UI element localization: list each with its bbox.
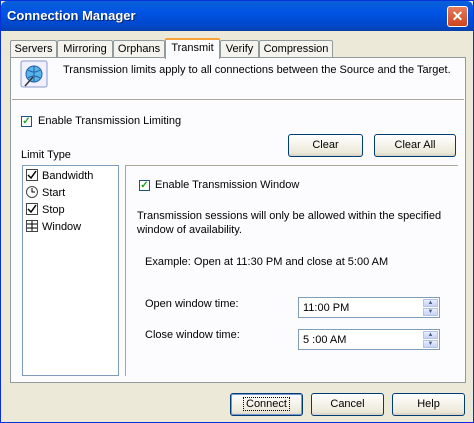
window-title: Connection Manager — [7, 8, 136, 23]
title-bar[interactable]: Connection Manager ✕ — [1, 1, 473, 31]
open-window-label: Open window time: — [145, 298, 239, 310]
spin-up-icon[interactable]: ▲ — [423, 299, 438, 307]
tab-label: Servers — [14, 43, 53, 55]
open-time-spinner[interactable]: ▲ ▼ — [423, 299, 438, 316]
spin-down-icon[interactable]: ▼ — [423, 340, 438, 348]
list-item-start[interactable]: Start — [26, 185, 65, 201]
clear-all-button[interactable]: Clear All — [374, 134, 456, 157]
limit-type-label: Limit Type — [21, 149, 71, 161]
window-description: Transmission sessions will only be allow… — [137, 210, 442, 236]
close-icon: ✕ — [451, 8, 464, 24]
info-text: Transmission limits apply to all connect… — [63, 64, 451, 76]
window-settings-box: ✓ Enable Transmission Window Transmissio… — [125, 165, 458, 376]
list-item-window[interactable]: Window — [26, 219, 81, 235]
close-time-spinner[interactable]: ▲ ▼ — [423, 331, 438, 348]
tab-orphans[interactable]: Orphans — [113, 40, 165, 58]
clock-icon — [26, 186, 38, 198]
enable-window-checkbox[interactable]: ✓ — [139, 180, 150, 191]
checkbox-icon — [26, 169, 38, 181]
list-item-stop[interactable]: Stop — [26, 202, 65, 218]
tab-label: Mirroring — [63, 43, 107, 55]
cancel-button[interactable]: Cancel — [311, 393, 384, 416]
tab-verify[interactable]: Verify — [220, 40, 259, 58]
enable-limiting-checkbox[interactable]: ✓ — [21, 116, 32, 127]
close-button[interactable]: ✕ — [447, 6, 468, 27]
tab-label: Orphans — [117, 43, 161, 55]
spin-up-icon[interactable]: ▲ — [423, 331, 438, 339]
help-button[interactable]: Help — [392, 393, 465, 416]
tab-compression[interactable]: Compression — [259, 40, 333, 58]
connect-button-label: Connect — [243, 397, 290, 411]
list-item-bandwidth[interactable]: Bandwidth — [26, 168, 93, 184]
list-item-label: Window — [42, 221, 82, 233]
close-window-time-value: 5 :00 AM — [303, 334, 347, 346]
close-window-time-input[interactable]: 5 :00 AM ▲ ▼ — [298, 329, 440, 350]
window-grid-icon — [26, 220, 38, 232]
open-window-time-input[interactable]: 11:00 PM ▲ ▼ — [298, 297, 440, 318]
connection-manager-dialog: Connection Manager ✕ Servers Mirroring O… — [0, 0, 474, 423]
cancel-button-label: Cancel — [330, 398, 365, 410]
tab-mirroring[interactable]: Mirroring — [57, 40, 113, 58]
tab-label: Transmit — [171, 42, 214, 54]
tab-servers[interactable]: Servers — [10, 40, 57, 58]
list-item-label: Start — [42, 187, 66, 199]
enable-limiting-label: Enable Transmission Limiting — [38, 115, 182, 127]
open-window-time-value: 11:00 PM — [303, 302, 350, 314]
help-button-label: Help — [417, 398, 440, 410]
transmit-panel: Transmission limits apply to all connect… — [10, 57, 466, 383]
clear-button-label: Clear — [312, 139, 339, 151]
example-text: Example: Open at 11:30 PM and close at 5… — [145, 256, 389, 268]
connect-button[interactable]: Connect — [230, 393, 303, 416]
list-item-label: Bandwidth — [42, 170, 94, 182]
network-globe-icon — [19, 60, 49, 90]
tab-transmit[interactable]: Transmit — [165, 38, 220, 59]
spin-down-icon[interactable]: ▼ — [423, 308, 438, 316]
checkbox-icon — [26, 203, 38, 215]
tab-label: Verify — [225, 43, 254, 55]
clear-button[interactable]: Clear — [288, 134, 363, 157]
tab-label: Compression — [263, 43, 329, 55]
enable-window-label: Enable Transmission Window — [155, 179, 300, 191]
list-item-label: Stop — [42, 204, 65, 216]
limit-type-list[interactable]: Bandwidth Start Stop Window — [22, 165, 119, 376]
clear-all-button-label: Clear All — [394, 139, 436, 151]
close-window-label: Close window time: — [145, 329, 240, 341]
separator — [12, 99, 464, 101]
